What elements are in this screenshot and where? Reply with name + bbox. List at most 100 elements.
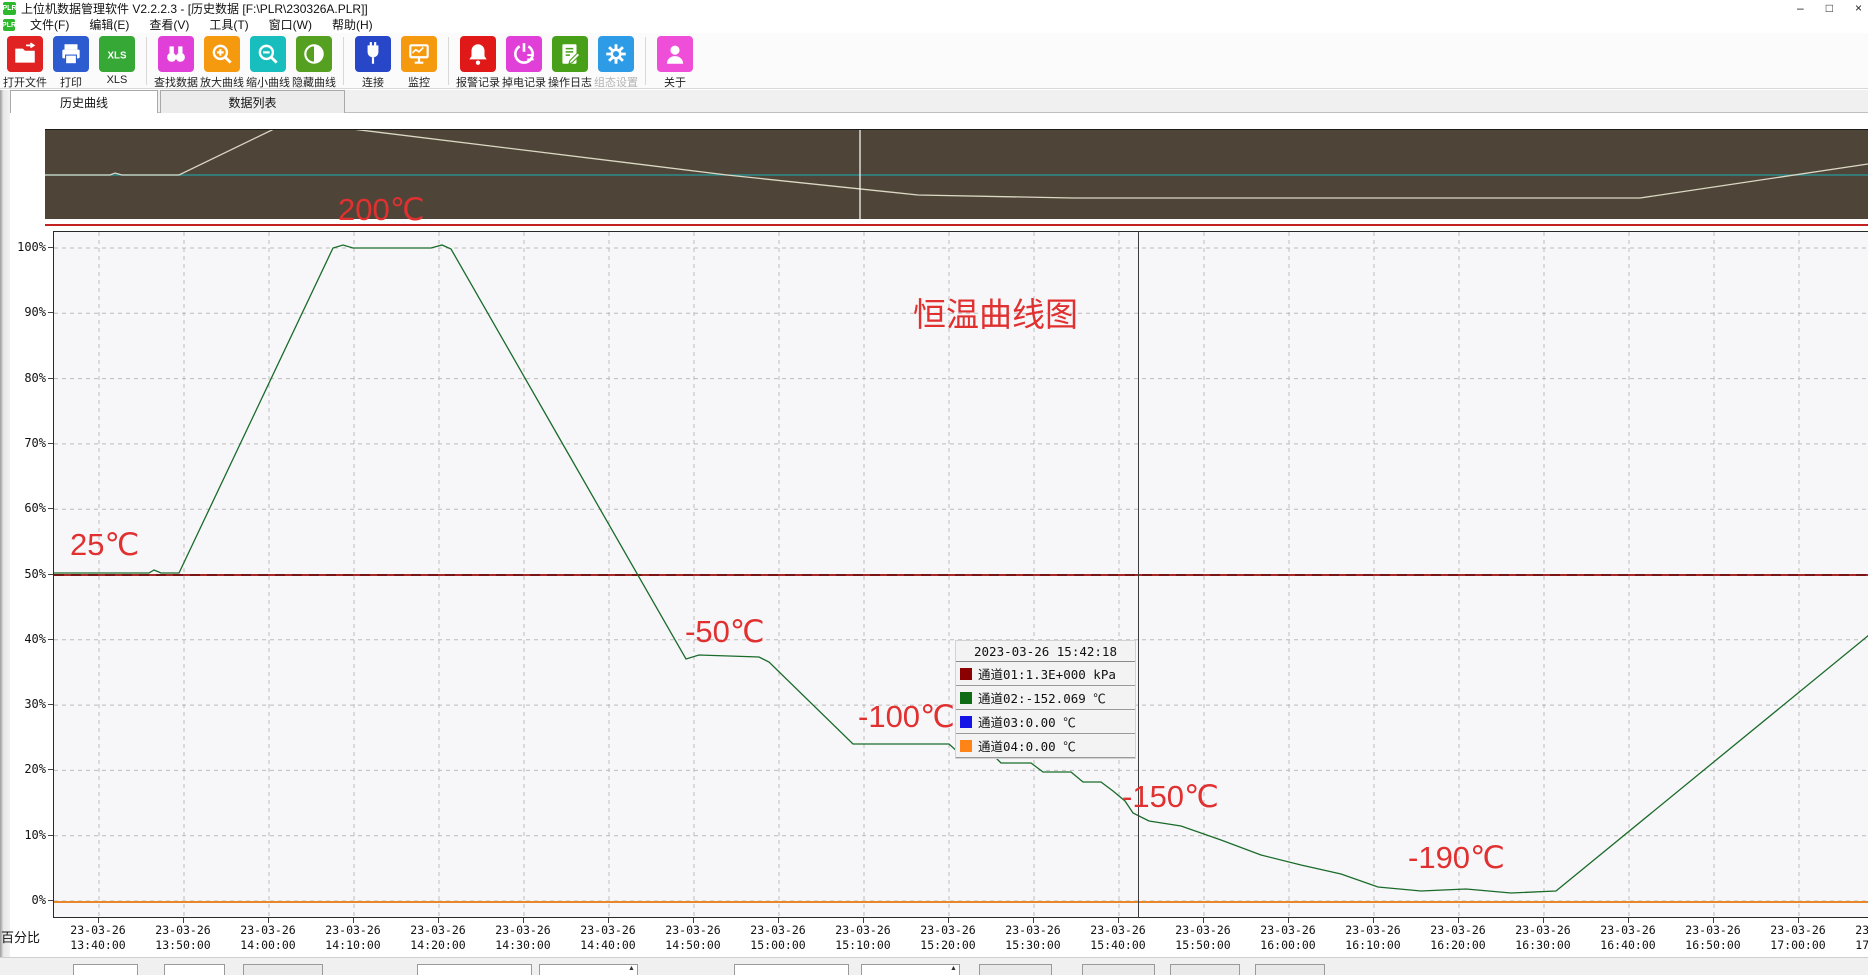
minimize-button[interactable]: – [1797, 0, 1804, 17]
power-log-button[interactable]: 掉电记录 [501, 36, 547, 90]
y-tick-mark [48, 378, 53, 379]
menu-item-3[interactable]: 工具(T) [199, 17, 258, 33]
toolbar-button-label: 隐藏曲线 [292, 74, 336, 90]
bottom-select-1[interactable] [417, 964, 532, 975]
x-tick-label: 23-03-2616:00:00 [1246, 923, 1330, 953]
monitor-button[interactable]: 监控 [396, 36, 442, 90]
x-tick-label: 23-03-2615:30:00 [991, 923, 1075, 953]
open-file-button[interactable]: 打开文件 [2, 36, 48, 90]
xls-icon: XLS [99, 36, 135, 72]
menu-item-2[interactable]: 查看(V) [139, 17, 199, 33]
x-tick-mark [183, 918, 184, 923]
maximize-button[interactable]: □ [1826, 0, 1833, 17]
op-log-button[interactable]: 操作日志 [547, 36, 593, 90]
open-file-icon [7, 36, 43, 72]
connect-button[interactable]: 连接 [350, 36, 396, 90]
menu-item-0[interactable]: 文件(F) [20, 17, 79, 33]
x-tick-mark [353, 918, 354, 923]
about-button[interactable]: 关于 [652, 36, 698, 90]
close-button[interactable]: × [1855, 0, 1862, 17]
tab-data-list[interactable]: 数据列表 [160, 90, 345, 113]
channel-color-swatch [960, 716, 972, 728]
print-button[interactable]: 打印 [48, 36, 94, 90]
xls-button[interactable]: XLSXLS [94, 36, 140, 86]
toolbar-button-label: 放大曲线 [200, 74, 244, 90]
overview-bottom-red-line [45, 224, 1868, 226]
x-tick-label: 23-03-2615:00:00 [736, 923, 820, 953]
bottom-spinner-2[interactable] [861, 964, 960, 975]
y-tick-label: 70% [6, 436, 46, 450]
toolbar-button-label: 打开文件 [3, 74, 47, 90]
channel-value-label: 通道03:0.00 ℃ [978, 712, 1076, 731]
bottom-spinner-1[interactable] [539, 964, 638, 975]
zoom-in-icon [204, 36, 240, 72]
zoom-out-button[interactable]: 缩小曲线 [245, 36, 291, 90]
y-tick-mark [48, 835, 53, 836]
x-tick-mark [1713, 918, 1714, 923]
y-tick-mark [48, 443, 53, 444]
y-tick-label: 50% [6, 567, 46, 581]
bottom-input-1[interactable] [73, 964, 138, 975]
y-tick-label: 40% [6, 632, 46, 646]
toolbar-button-label: 组态设置 [594, 74, 638, 90]
tooltip-channel-row: 通道02:-152.069 ℃ [956, 686, 1135, 710]
app-icon: PLR [3, 2, 16, 15]
tooltip-channel-row: 通道04:0.00 ℃ [956, 734, 1135, 758]
tab-history-curve[interactable]: 历史曲线 [10, 90, 158, 113]
toolbar-button-label: 监控 [408, 74, 430, 90]
menu-item-4[interactable]: 窗口(W) [259, 17, 322, 33]
y-tick-mark [48, 704, 53, 705]
y-tick-label: 100% [6, 240, 46, 254]
find-data-icon [158, 36, 194, 72]
settings-button[interactable]: 组态设置 [593, 36, 639, 90]
x-tick-label: 23-03-2616:30:00 [1501, 923, 1585, 953]
y-tick-label: 60% [6, 501, 46, 515]
menu-item-5[interactable]: 帮助(H) [322, 17, 383, 33]
menu-item-1[interactable]: 编辑(E) [79, 17, 139, 33]
left-resize-gutter[interactable] [0, 90, 10, 975]
settings-icon [598, 36, 634, 72]
x-tick-mark [1798, 918, 1799, 923]
x-tick-label: 23-03-2616:20:00 [1416, 923, 1500, 953]
overview-navigator[interactable] [45, 129, 1868, 219]
window-title: 上位机数据管理软件 V2.2.2.3 - [历史数据 [F:\PLR\23032… [21, 0, 368, 17]
bottom-input-2[interactable] [164, 964, 225, 975]
alarm-button[interactable]: 报警记录 [455, 36, 501, 90]
bottom-button-5[interactable] [1255, 964, 1325, 975]
channel-color-swatch [960, 668, 972, 680]
annotation--50: -50℃ [685, 614, 765, 650]
x-tick-mark [778, 918, 779, 923]
bottom-select-2[interactable] [734, 964, 849, 975]
toolbar: 打开文件打印XLSXLS 查找数据放大曲线缩小曲线隐藏曲线连接监控 报警记录掉电记录… [0, 33, 1868, 89]
cursor-tooltip: 2023-03-26 15:42:18 通道01:1.3E+000 kPa通道0… [955, 640, 1136, 759]
x-tick-label: 23-03-2615:40:00 [1076, 923, 1160, 953]
x-tick-label: 23-03-2616:50:00 [1671, 923, 1755, 953]
bottom-button-2[interactable] [979, 964, 1052, 975]
x-tick-label: 23-03-2613:40:00 [56, 923, 140, 953]
y-tick-mark [48, 900, 53, 901]
hide-curve-button[interactable]: 隐藏曲线 [291, 36, 337, 90]
x-tick-mark [268, 918, 269, 923]
bottom-button-1[interactable] [243, 964, 323, 975]
tab-bar: 历史曲线 数据列表 [10, 90, 1868, 113]
y-tick-label: 0% [6, 893, 46, 907]
find-data-button[interactable]: 查找数据 [153, 36, 199, 90]
y-tick-mark [48, 312, 53, 313]
bottom-button-3[interactable] [1082, 964, 1155, 975]
spinner-up-icon[interactable]: ▲ [950, 965, 957, 972]
tooltip-channel-row: 通道01:1.3E+000 kPa [956, 662, 1135, 686]
app-window: PLR 上位机数据管理软件 V2.2.2.3 - [历史数据 [F:\PLR\2… [0, 0, 1868, 975]
bottom-button-4[interactable] [1170, 964, 1240, 975]
y-tick-mark [48, 574, 53, 575]
hide-curve-icon [296, 36, 332, 72]
x-tick-mark [863, 918, 864, 923]
zoom-in-button[interactable]: 放大曲线 [199, 36, 245, 90]
channel-value-label: 通道04:0.00 ℃ [978, 736, 1076, 755]
x-tick-mark [1373, 918, 1374, 923]
y-axis-name: 百分比 [1, 927, 40, 946]
power-log-icon [506, 36, 542, 72]
toolbar-button-label: 操作日志 [548, 74, 592, 90]
annotation-25: 25℃ [70, 527, 139, 563]
x-tick-mark [438, 918, 439, 923]
spinner-up-icon[interactable]: ▲ [628, 965, 635, 972]
